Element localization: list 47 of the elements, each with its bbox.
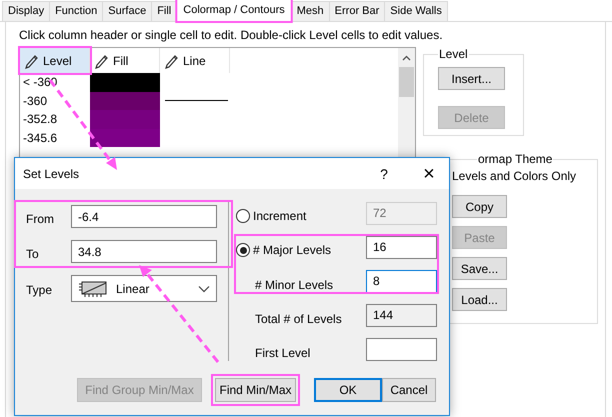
input-field[interactable]: 34.8 [71,240,217,263]
button[interactable]: Load... [452,288,507,311]
field-label: From [25,212,55,226]
tab[interactable]: Mesh [290,1,330,21]
radio-button[interactable]: # Major Levels [236,243,332,257]
tab[interactable]: Error Bar [328,1,386,21]
scrollbar-thumb[interactable] [399,67,414,97]
button[interactable]: Cancel [382,378,436,402]
button[interactable]: Insert... [438,67,505,90]
group-title: Level [438,47,469,61]
group-title: ormap Theme [477,152,554,166]
button[interactable]: OK [314,378,382,402]
field-label: Total # of Levels [254,312,342,326]
input-field[interactable]: -6.4 [71,205,217,228]
tab[interactable]: Display [2,1,50,21]
field-label: Type [25,282,54,296]
button[interactable]: Save... [452,257,507,280]
dialog-title: Set Levels [23,166,80,180]
pencil-icon [95,52,109,68]
tab[interactable]: Function [49,1,104,21]
column-header[interactable]: Line [160,48,230,73]
tab[interactable]: Fill [151,1,178,21]
button[interactable]: Find Min/Max [215,378,296,402]
instruction-text: Click column header or single cell to edit. Double-click Level cells to edit values. [19,28,444,42]
table-cell-text: -345.6 [22,130,58,146]
input-field[interactable]: 72 [366,202,437,224]
input-field[interactable]: 16 [366,236,437,258]
field-label: To [25,246,40,260]
table-cell-text: -360 [22,92,48,110]
input-field[interactable] [366,338,437,360]
option-label: Levels and Colors Only [452,169,576,183]
table-cell-text: -352.8 [22,111,58,128]
column-header[interactable]: Level [20,48,90,73]
field-label: First Level [254,346,310,360]
radio-button[interactable]: Increment [236,209,306,223]
input-field[interactable]: 8 [366,270,437,292]
pencil-icon [25,52,39,68]
input-field[interactable]: 144 [366,304,437,326]
pencil-icon [165,52,179,68]
tab[interactable]: Surface [102,1,152,21]
type-dropdown[interactable]: Linear [71,275,217,302]
help-button[interactable]: ? [377,166,391,182]
close-button[interactable]: × [421,164,437,184]
button[interactable]: Copy [452,195,507,218]
tab[interactable]: Side Walls [384,1,448,21]
chevron-down-icon [198,284,210,292]
field-label: # Minor Levels [254,278,334,292]
